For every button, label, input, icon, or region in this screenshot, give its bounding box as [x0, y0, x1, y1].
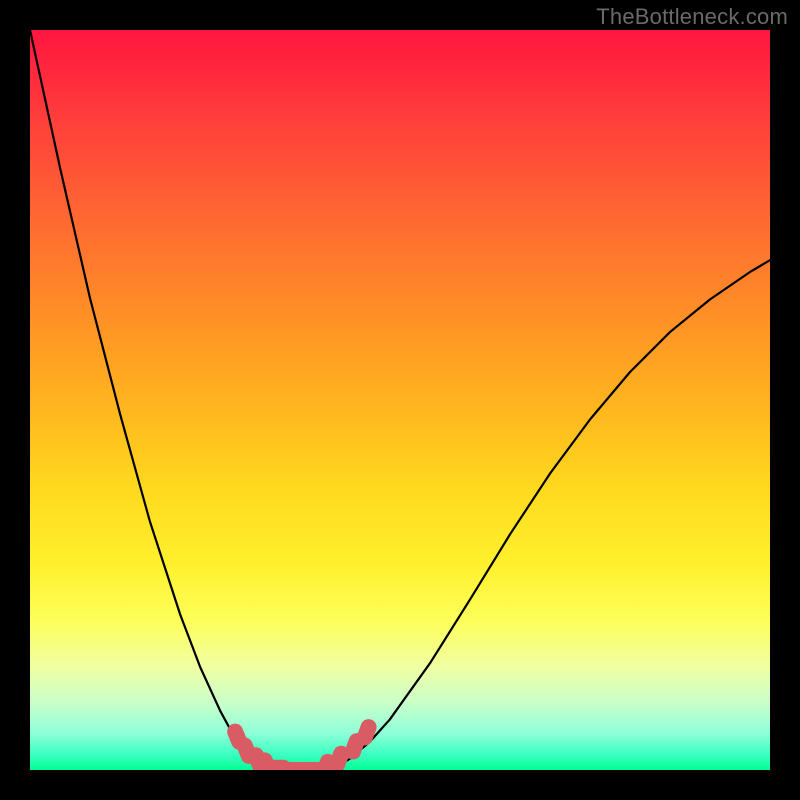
- chart-frame: TheBottleneck.com: [0, 0, 800, 800]
- curve-left-branch: [30, 30, 290, 770]
- watermark-text: TheBottleneck.com: [596, 4, 788, 30]
- curve-layer: [30, 30, 770, 770]
- curve-right-branch: [330, 260, 770, 770]
- plot-area: [30, 30, 770, 770]
